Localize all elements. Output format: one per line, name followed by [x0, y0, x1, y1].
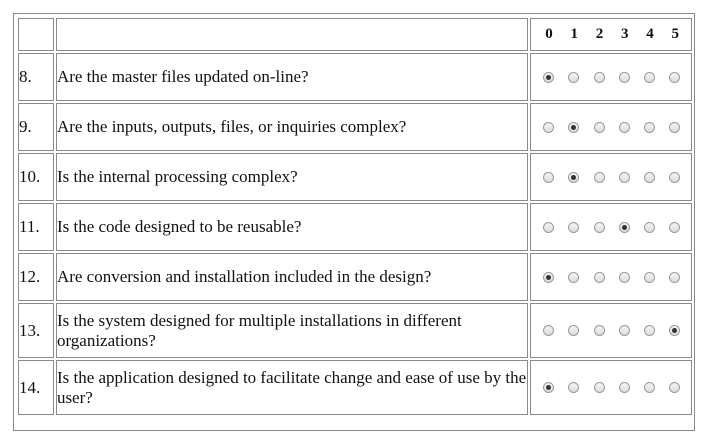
rating-radio-5[interactable] [669, 121, 680, 133]
rating-radio-2[interactable] [593, 71, 605, 83]
question-number: 12. [18, 253, 54, 301]
rating-radio-5[interactable] [669, 271, 680, 283]
rating-radio-4[interactable] [643, 121, 655, 133]
header-row: 0 1 2 3 4 5 [18, 18, 692, 51]
rating-options [530, 53, 692, 101]
rating-radio-2[interactable] [593, 271, 605, 283]
rating-radio-3[interactable] [618, 271, 630, 283]
rating-radio-0[interactable] [543, 271, 555, 283]
question-text: Is the code designed to be reusable? [55, 203, 529, 251]
rating-radio-1[interactable] [568, 171, 580, 183]
rating-radio-1[interactable] [568, 71, 580, 83]
rating-radio-4[interactable] [643, 221, 655, 233]
question-row: 14. Is the application designed to facili… [18, 360, 692, 415]
header-question-cell [55, 18, 529, 51]
rating-radio-1[interactable] [568, 325, 580, 336]
radio-group [531, 325, 691, 336]
questionnaire-container: 0 1 2 3 4 5 8. Are the master files updat… [13, 13, 695, 431]
scale-digit: 4 [646, 26, 654, 42]
rating-radio-0[interactable] [543, 121, 555, 133]
rating-radio-4[interactable] [643, 325, 655, 336]
question-text: Is the application designed to facilitat… [55, 360, 529, 415]
question-number: 10. [18, 153, 54, 201]
rating-options [530, 103, 692, 151]
rating-radio-3[interactable] [618, 121, 630, 133]
question-rows: 8. Are the master files updated on-line? 9… [18, 53, 692, 415]
rating-radio-5[interactable] [669, 171, 680, 183]
rating-radio-0[interactable] [543, 171, 555, 183]
question-number: 8. [18, 53, 54, 101]
question-number: 9. [18, 103, 54, 151]
scale-digit: 1 [570, 26, 579, 42]
scale-digit: 2 [595, 26, 604, 42]
questionnaire-table: 0 1 2 3 4 5 8. Are the master files updat… [16, 16, 694, 417]
radio-group [531, 171, 691, 183]
rating-radio-3[interactable] [618, 382, 630, 393]
question-row: 13. Is the system designed for multiple i… [18, 303, 692, 358]
question-text: Is the internal processing complex? [55, 153, 529, 201]
rating-radio-2[interactable] [593, 325, 605, 336]
rating-radio-2[interactable] [593, 382, 605, 393]
scale-digit: 3 [621, 26, 629, 42]
rating-radio-0[interactable] [543, 221, 555, 233]
rating-radio-3[interactable] [618, 71, 630, 83]
rating-options [530, 153, 692, 201]
rating-radio-4[interactable] [643, 382, 655, 393]
rating-options [530, 253, 692, 301]
radio-group [531, 221, 691, 233]
rating-radio-3[interactable] [618, 325, 630, 336]
question-text: Is the system designed for multiple inst… [55, 303, 529, 358]
question-text: Are the inputs, outputs, files, or inqui… [55, 103, 529, 151]
question-row: 9. Are the inputs, outputs, files, or inq… [18, 103, 692, 151]
rating-options [530, 203, 692, 251]
scale-digit: 5 [671, 26, 679, 42]
header-num-cell [18, 18, 54, 51]
question-text: Are conversion and installation included… [55, 253, 529, 301]
rating-radio-5[interactable] [669, 221, 680, 233]
radio-group [531, 71, 691, 83]
question-number: 14. [18, 360, 54, 415]
rating-radio-5[interactable] [669, 325, 680, 336]
rating-radio-0[interactable] [543, 71, 555, 83]
radio-group [531, 271, 691, 283]
rating-radio-4[interactable] [643, 171, 655, 183]
radio-group [531, 382, 691, 393]
rating-radio-2[interactable] [593, 121, 605, 133]
rating-radio-0[interactable] [543, 382, 555, 393]
question-row: 12. Are conversion and installation inclu… [18, 253, 692, 301]
rating-radio-0[interactable] [543, 325, 555, 336]
rating-radio-1[interactable] [568, 221, 580, 233]
rating-radio-1[interactable] [568, 271, 580, 283]
scale-digits: 0 1 2 3 4 5 [531, 26, 691, 43]
rating-radio-3[interactable] [618, 171, 630, 183]
rating-radio-2[interactable] [593, 221, 605, 233]
question-text: Are the master files updated on-line? [55, 53, 529, 101]
scale-digit: 0 [545, 26, 553, 42]
header-scale-cell: 0 1 2 3 4 5 [530, 18, 692, 51]
rating-options [530, 360, 692, 415]
question-row: 11. Is the code designed to be reusable? [18, 203, 692, 251]
rating-radio-5[interactable] [669, 382, 680, 393]
question-number: 11. [18, 203, 54, 251]
question-row: 10. Is the internal processing complex? [18, 153, 692, 201]
question-number: 13. [18, 303, 54, 358]
rating-radio-4[interactable] [643, 71, 655, 83]
rating-radio-1[interactable] [568, 121, 580, 133]
question-row: 8. Are the master files updated on-line? [18, 53, 692, 101]
rating-radio-2[interactable] [593, 171, 605, 183]
rating-radio-4[interactable] [643, 271, 655, 283]
rating-radio-1[interactable] [568, 382, 580, 393]
radio-group [531, 121, 691, 133]
rating-options [530, 303, 692, 358]
rating-radio-5[interactable] [669, 71, 680, 83]
rating-radio-3[interactable] [618, 221, 630, 233]
